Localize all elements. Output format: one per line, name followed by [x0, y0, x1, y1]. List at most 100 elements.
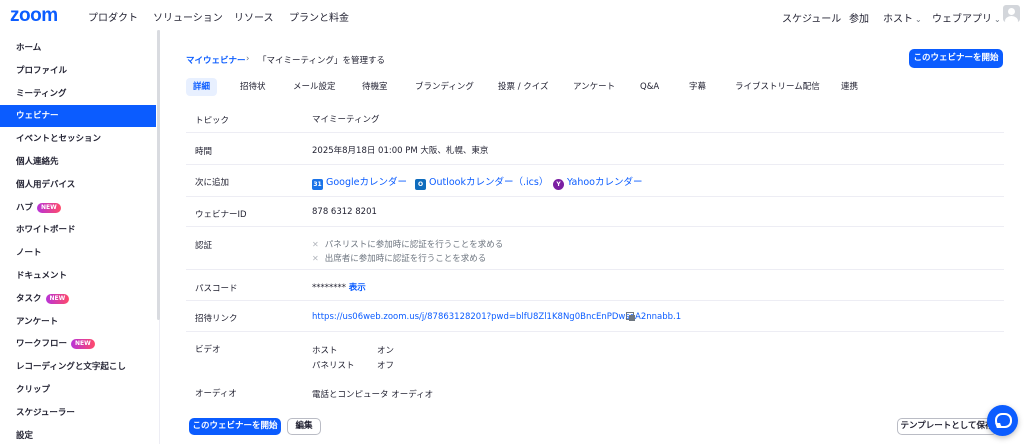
sidebar-item-hub[interactable]: ハブ NEW	[0, 197, 156, 219]
x-icon: ✕	[312, 240, 319, 249]
auth-panelist-text: パネリストに参加時に認証を行うことを求める	[324, 240, 504, 250]
google-calendar-link[interactable]: 31 Googleカレンダー	[312, 174, 407, 190]
video-host-value: オン	[377, 346, 395, 356]
detail-row-topic	[186, 102, 1004, 133]
detail-row-time	[186, 133, 1004, 165]
add-to-label: 次に追加	[195, 178, 230, 188]
zoom-logo[interactable]: zoom	[10, 5, 58, 27]
page-title: 「マイミーティング」を管理する	[258, 56, 385, 66]
sidebar: ホーム プロファイル ミーティング ウェビナー イベントとセッション 個人連絡先…	[0, 30, 160, 444]
detail-row-auth	[186, 227, 1004, 270]
sidebar-item-notes[interactable]: ノート	[0, 242, 156, 264]
video-panelist-value: オフ	[377, 361, 395, 371]
invite-link-label: 招待リンク	[195, 314, 238, 324]
passcode-label: パスコード	[195, 284, 238, 294]
sidebar-item-webinars[interactable]: ウェビナー	[0, 105, 156, 127]
nav-host-label: ホスト	[883, 14, 913, 25]
auth-label: 認証	[195, 241, 213, 251]
nav-webapp-label: ウェブアプリ	[932, 14, 992, 25]
sidebar-item-recordings[interactable]: レコーディングと文字起こし	[0, 356, 156, 378]
auth-panelist: ✕ パネリストに参加時に認証を行うことを求める	[312, 238, 503, 250]
breadcrumb-separator: ›	[246, 54, 250, 64]
outlook-calendar-link[interactable]: O Outlookカレンダー（.ics）	[415, 174, 548, 190]
detail-row-video	[186, 332, 1004, 378]
tab-branding[interactable]: ブランディング	[415, 78, 474, 96]
time-value: 2025年8月18日 01:00 PM 大阪、札幌、東京	[312, 146, 489, 156]
yahoo-calendar-label: Yahooカレンダー	[567, 177, 643, 188]
sidebar-item-meetings[interactable]: ミーティング	[0, 83, 156, 105]
new-badge: NEW	[37, 202, 61, 213]
nav-webapp[interactable]: ウェブアプリ ⌄	[932, 10, 1001, 25]
sidebar-item-surveys[interactable]: アンケート	[0, 311, 156, 333]
outlook-icon: O	[415, 179, 426, 190]
yahoo-calendar-link[interactable]: Y Yahooカレンダー	[553, 174, 642, 190]
new-badge: NEW	[71, 338, 95, 349]
tab-waiting-room[interactable]: 待機室	[362, 78, 388, 96]
outlook-calendar-label: Outlookカレンダー（.ics）	[429, 177, 549, 188]
webinar-id-value: 878 6312 8201	[312, 207, 377, 217]
sidebar-item-tasks[interactable]: タスク NEW	[0, 288, 156, 310]
sidebar-item-documents[interactable]: ドキュメント	[0, 265, 156, 287]
sidebar-item-settings[interactable]: 設定	[0, 425, 156, 444]
edit-button[interactable]: 編集	[287, 418, 321, 435]
nav-solutions[interactable]: ソリューション	[153, 9, 223, 24]
save-as-template-button[interactable]: テンプレートとして保存	[897, 418, 997, 435]
detail-row-passcode	[186, 270, 1004, 301]
video-panelist-label: パネリスト	[312, 361, 355, 371]
sidebar-item-clips[interactable]: クリップ	[0, 379, 156, 401]
tab-integrations[interactable]: 連携	[841, 78, 858, 96]
passcode-value: ******** 表示	[312, 281, 366, 293]
sidebar-item-label: ワークフロー	[16, 339, 68, 349]
sidebar-item-events[interactable]: イベントとセッション	[0, 128, 156, 150]
auth-attendee-text: 出席者に参加時に認証を行うことを求める	[324, 254, 487, 264]
sidebar-item-label: ハブ	[16, 203, 34, 213]
google-calendar-label: Googleカレンダー	[326, 177, 408, 188]
tab-polls-quizzes[interactable]: 投票 / クイズ	[498, 78, 549, 96]
sidebar-item-devices[interactable]: 個人用デバイス	[0, 174, 156, 196]
sidebar-item-workflows[interactable]: ワークフロー NEW	[0, 333, 156, 355]
webinar-id-label: ウェビナーID	[195, 210, 247, 220]
sidebar-scrollbar[interactable]	[157, 30, 160, 320]
nav-products[interactable]: プロダクト	[88, 9, 138, 24]
chevron-down-icon: ⌄	[915, 15, 922, 24]
google-calendar-icon: 31	[312, 179, 323, 190]
sidebar-item-label: タスク	[16, 294, 42, 304]
breadcrumb-my-webinars[interactable]: マイウェビナー	[186, 54, 246, 66]
nav-join[interactable]: 参加	[849, 10, 869, 25]
sidebar-item-scheduler[interactable]: スケジューラー	[0, 402, 156, 424]
tab-livestream[interactable]: ライブストリーム配信	[735, 78, 820, 96]
x-icon: ✕	[312, 254, 319, 263]
audio-value: 電話とコンピュータ オーディオ	[312, 390, 434, 400]
topic-label: トピック	[195, 116, 230, 126]
top-navigation-bar: zoom プロダクト ソリューション リソース プランと料金 スケジュール 参加…	[0, 0, 1024, 30]
start-webinar-button[interactable]: このウェビナーを開始	[909, 49, 1003, 68]
tab-bar: 詳細 招待状 メール設定 待機室 ブランディング 投票 / クイズ アンケート …	[186, 78, 1006, 96]
nav-resources[interactable]: リソース	[234, 9, 274, 24]
start-webinar-button-bottom[interactable]: このウェビナーを開始	[189, 418, 281, 435]
yahoo-icon: Y	[553, 179, 564, 190]
tab-captions[interactable]: 字幕	[689, 78, 706, 96]
nav-host[interactable]: ホスト ⌄	[883, 10, 922, 25]
tab-email-settings[interactable]: メール設定	[293, 78, 336, 96]
chat-support-icon[interactable]	[987, 405, 1018, 436]
sidebar-item-contacts[interactable]: 個人連絡先	[0, 151, 156, 173]
video-label: ビデオ	[195, 345, 221, 355]
sidebar-item-profile[interactable]: プロファイル	[0, 60, 156, 82]
sidebar-item-whiteboard[interactable]: ホワイトボード	[0, 219, 156, 241]
tab-surveys[interactable]: アンケート	[573, 78, 615, 96]
auth-attendee: ✕ 出席者に参加時に認証を行うことを求める	[312, 252, 486, 264]
tab-details[interactable]: 詳細	[186, 78, 218, 96]
passcode-masked: ********	[312, 283, 346, 293]
copy-icon[interactable]	[626, 312, 635, 321]
nav-schedule[interactable]: スケジュール	[782, 10, 841, 25]
nav-pricing[interactable]: プランと料金	[289, 9, 349, 24]
topic-value: マイミーティング	[312, 115, 380, 125]
passcode-show-link[interactable]: 表示	[349, 283, 366, 293]
time-label: 時間	[195, 147, 213, 157]
tab-invitation[interactable]: 招待状	[240, 78, 266, 96]
avatar[interactable]	[1003, 5, 1020, 22]
audio-label: オーディオ	[195, 389, 237, 399]
new-badge: NEW	[45, 293, 70, 304]
sidebar-item-home[interactable]: ホーム	[0, 37, 156, 59]
tab-qa[interactable]: Q&A	[640, 78, 659, 96]
